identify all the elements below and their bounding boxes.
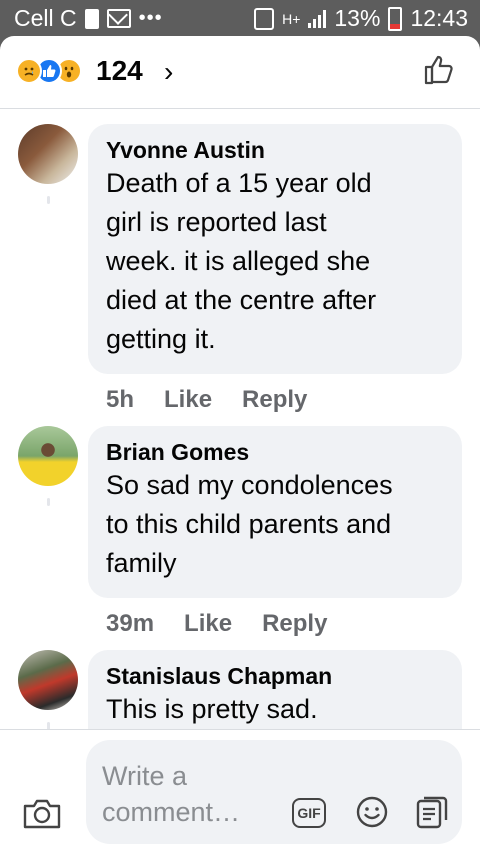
commenter-name[interactable]: Yvonne Austin <box>106 136 444 164</box>
comment-line: Death of a 15 year old <box>106 168 372 198</box>
battery-icon <box>388 6 403 31</box>
comment-time: 39m <box>106 610 155 637</box>
comment-line: week. it is alleged she <box>106 246 371 276</box>
commenter-name[interactable]: Stanislaus Chapman <box>106 662 444 690</box>
comment-bubble[interactable]: Brian Gomes So sad my condolences to thi… <box>88 426 462 598</box>
comment-line: family <box>106 548 177 578</box>
sad-reaction-icon <box>16 58 42 84</box>
comment-line: died at the centre after <box>106 285 377 315</box>
avatar[interactable] <box>18 650 78 710</box>
vibrate-icon <box>254 7 275 30</box>
clock: 12:43 <box>410 5 468 31</box>
mail-icon <box>106 9 131 28</box>
comment-actions: 5h Like Reply <box>106 386 307 414</box>
camera-icon[interactable] <box>22 796 62 830</box>
comment-time: 5h <box>106 386 135 413</box>
reply-button[interactable]: Reply <box>242 386 307 414</box>
reaction-summary[interactable] <box>16 58 82 84</box>
battery-percent: 13% <box>334 5 381 31</box>
comment-input-placeholder[interactable]: Write a comment… <box>102 758 272 830</box>
like-button-icon[interactable] <box>422 52 458 88</box>
reaction-count[interactable]: 124 <box>96 55 143 87</box>
signal-icon <box>308 9 327 28</box>
comment-line: This is pretty sad. <box>106 694 318 724</box>
sticker-icon[interactable] <box>414 794 450 830</box>
thread-line <box>47 498 50 506</box>
comment-input[interactable]: Write a comment… GIF <box>86 740 462 844</box>
comment-text: So sad my condolences to this child pare… <box>106 466 444 583</box>
network-type: H+ <box>282 10 301 27</box>
comment-line: getting it. <box>106 324 216 354</box>
like-comment-button[interactable]: Like <box>164 386 212 414</box>
comment-actions: 39m Like Reply <box>106 610 327 638</box>
comment-text: This is pretty sad. <box>106 690 444 729</box>
comments-sheet: 124 › Yvonne Austin Death of a 15 year o… <box>0 36 480 854</box>
avatar[interactable] <box>18 124 78 184</box>
thread-line <box>47 196 50 204</box>
gif-button[interactable]: GIF <box>292 798 326 828</box>
chevron-right-icon[interactable]: › <box>164 56 173 88</box>
comment-text: Death of a 15 year old girl is reported … <box>106 164 444 359</box>
like-comment-button[interactable]: Like <box>184 610 232 638</box>
commenter-name[interactable]: Brian Gomes <box>106 438 444 466</box>
emoji-icon[interactable] <box>356 796 388 828</box>
more-notifications-icon: ••• <box>138 7 163 29</box>
reply-button[interactable]: Reply <box>262 610 327 638</box>
reactions-header: 124 › <box>0 36 480 109</box>
comment-composer-bar: Write a comment… GIF <box>0 729 480 854</box>
status-bar: Cell C ••• H+ 13% 12:43 <box>0 0 480 36</box>
comment-line: to this child parents and <box>106 509 392 539</box>
comment-bubble[interactable]: Yvonne Austin Death of a 15 year old gir… <box>88 124 462 374</box>
comment-line: girl is reported last <box>106 207 327 237</box>
carrier-label: Cell C <box>14 5 77 31</box>
comment-line: So sad my condolences <box>106 470 393 500</box>
sim-card-icon <box>84 8 99 29</box>
avatar[interactable] <box>18 426 78 486</box>
